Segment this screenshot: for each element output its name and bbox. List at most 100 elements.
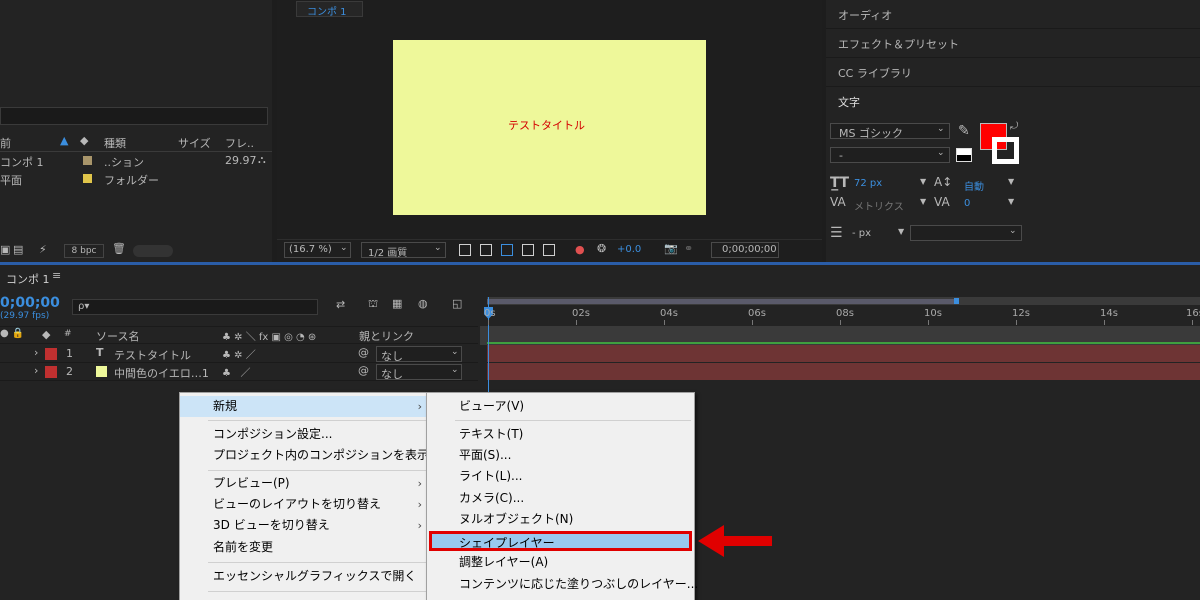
chevron-down-icon[interactable]: ▼ (920, 177, 926, 186)
submenu-item-shape-layer[interactable]: シェイプレイヤー (429, 531, 692, 551)
chevron-down-icon[interactable]: ▼ (898, 227, 904, 236)
show-snapshot-icon[interactable]: ⚭ (684, 242, 693, 255)
viewer-timecode[interactable]: 0;00;00;00 (711, 242, 779, 258)
menu-item-comp-settings[interactable]: コンポジション設定... (180, 424, 430, 445)
parent-dropdown[interactable]: なし ⌄ (376, 364, 462, 381)
layer-switches[interactable]: ♣ ／ (222, 364, 251, 379)
exposure-value[interactable]: +0.0 (617, 244, 641, 255)
label-tag-icon[interactable]: ◆ (80, 134, 88, 147)
timeline-tab-label[interactable]: コンポ 1 (6, 271, 50, 287)
project-row-comp[interactable]: コンポ 1 ..ション 29.97 ⛬ (0, 152, 272, 170)
column-name[interactable]: 前 (0, 135, 11, 151)
parent-dropdown[interactable]: なし ⌄ (376, 346, 462, 363)
leading-value[interactable]: 自動 (964, 178, 984, 193)
submenu-item-text[interactable]: テキスト(T) (427, 424, 694, 445)
region-of-interest-icon[interactable] (522, 244, 534, 256)
snapshot-camera-icon[interactable]: 📷 (664, 242, 678, 255)
tab-menu-icon[interactable]: ≡ (52, 269, 61, 282)
font-style-dropdown[interactable]: - ⌄ (830, 147, 950, 163)
project-row-folder[interactable]: 平面 フォルダー (0, 170, 272, 188)
submenu-item-viewer[interactable]: ビューア(V) (427, 396, 694, 417)
expand-arrow-icon[interactable]: › (34, 346, 38, 359)
swap-colors-icon[interactable]: ⤾ (1010, 121, 1018, 132)
grid-guide-icon[interactable] (543, 244, 555, 256)
column-framerate[interactable]: フレ.. (225, 135, 254, 151)
submenu-item-content-aware-fill[interactable]: コンテンツに応じた塗りつぶしのレイヤー... (427, 574, 698, 595)
submenu-item-adjustment-layer[interactable]: 調整レイヤー(A) (427, 552, 694, 573)
chevron-down-icon: ⌄ (1009, 226, 1017, 236)
submenu-item-solid[interactable]: 平面(S)... (427, 445, 694, 466)
trash-icon[interactable]: 🗑 (112, 242, 126, 255)
pickwhip-icon[interactable]: @ (358, 346, 369, 359)
layer-bar[interactable] (487, 363, 1200, 380)
column-size[interactable]: サイズ (178, 135, 211, 151)
mask-visibility-icon[interactable] (501, 244, 513, 256)
work-area-bar[interactable] (487, 297, 1200, 305)
default-colors-icon[interactable] (956, 148, 972, 162)
chevron-down-icon[interactable]: ▼ (1008, 197, 1014, 206)
menu-item-open-essential-graphics[interactable]: エッセンシャルグラフィックスで開く (180, 566, 430, 587)
source-name-header[interactable]: ソース名 (96, 328, 139, 344)
work-area-end-handle[interactable] (954, 298, 959, 304)
fast-previews-icon[interactable] (459, 244, 471, 256)
submenu-item-light[interactable]: ライト(L)... (427, 466, 694, 487)
chevron-down-icon[interactable]: ▼ (920, 197, 926, 206)
resolution-dropdown[interactable]: 1/2 画質 ⌄ (361, 242, 446, 259)
layer-row[interactable]: › 1 T テストタイトル ♣ ✲ ／ @ なし ⌄ (0, 345, 478, 363)
font-size-value[interactable]: 72 px (854, 178, 882, 189)
project-search-field[interactable] (0, 107, 268, 125)
chevron-down-icon: ⌄ (434, 243, 442, 253)
channel-rgb-icon[interactable]: ● (575, 243, 585, 256)
menu-item-preview[interactable]: プレビュー(P) › (180, 473, 430, 494)
comp-canvas[interactable]: テストタイトル (393, 40, 706, 215)
sort-up-icon[interactable]: ▲ (60, 134, 68, 147)
submenu-item-null-object[interactable]: ヌルオブジェクト(N) (427, 509, 694, 530)
expand-arrow-icon[interactable]: › (34, 364, 38, 377)
interpret-footage-icon[interactable]: ▣ (0, 243, 10, 256)
graph-editor-icon[interactable]: ◱ (452, 297, 462, 310)
timeline-timecode[interactable]: 0;00;00 (0, 295, 60, 311)
new-folder-icon[interactable]: ▤ (13, 243, 23, 256)
menu-item-new[interactable]: 新規 › (180, 396, 430, 417)
menu-item-rename[interactable]: 名前を変更 (180, 537, 430, 558)
layer-name[interactable]: 中間色のイエロ…1 (114, 365, 209, 381)
layer-row[interactable]: › 2 中間色のイエロ…1 ♣ ／ @ なし ⌄ (0, 363, 478, 381)
project-scrollbar[interactable] (133, 245, 173, 257)
layer-switches[interactable]: ♣ ✲ ／ (222, 346, 256, 361)
stroke-style-dropdown[interactable]: ⌄ (910, 225, 1022, 241)
bpc-button[interactable]: 8 bpc (64, 244, 104, 258)
zoom-dropdown[interactable]: (16.7 %) ⌄ (284, 242, 351, 258)
panel-cc-libraries[interactable]: CC ライブラリ (826, 58, 1200, 87)
label-swatch[interactable] (45, 366, 57, 378)
panel-effects-presets[interactable]: エフェクト＆プリセット (826, 29, 1200, 58)
transparency-grid-icon[interactable] (480, 244, 492, 256)
menu-item-switch-3d-view[interactable]: 3D ビューを切り替え › (180, 515, 430, 536)
font-family-dropdown[interactable]: MS ゴシック ⌄ (830, 123, 950, 140)
stroke-color-swatch[interactable] (992, 137, 1019, 164)
pickwhip-icon[interactable]: @ (358, 364, 369, 377)
comp-flowchart-icon[interactable]: ⇄ (336, 298, 345, 311)
menu-item-switch-layout[interactable]: ビューのレイアウトを切り替え › (180, 494, 430, 515)
parent-link-header[interactable]: 親とリンク (359, 328, 414, 344)
frame-blending-icon[interactable]: ▦ (392, 297, 402, 310)
layer-search-input[interactable]: ρ▾ (72, 299, 318, 315)
motion-blur-icon[interactable]: ◍ (418, 297, 428, 310)
eyedropper-icon[interactable]: ✎ (958, 123, 970, 139)
kerning-value[interactable]: メトリクス (854, 198, 904, 213)
chevron-down-icon[interactable]: ▼ (1008, 177, 1014, 186)
tracking-value[interactable]: 0 (964, 198, 970, 209)
menu-item-reveal-comp[interactable]: プロジェクト内のコンポジションを表示 (180, 445, 430, 466)
viewer-tab[interactable]: コンポ 1 (296, 1, 363, 18)
canvas-text[interactable]: テストタイトル (508, 117, 585, 133)
layer-bar[interactable] (487, 345, 1200, 362)
new-comp-icon[interactable]: ⚡ (39, 243, 47, 256)
layer-name[interactable]: テストタイトル (114, 347, 191, 363)
flowchart-icon[interactable]: ⛬ (258, 153, 266, 167)
label-swatch[interactable] (45, 348, 57, 360)
submenu-item-camera[interactable]: カメラ(C)... (427, 488, 694, 509)
stroke-width-value[interactable]: - px (852, 228, 871, 239)
column-type[interactable]: 種類 (104, 135, 126, 151)
panel-audio[interactable]: オーディオ (826, 0, 1200, 29)
reset-exposure-icon[interactable]: ❂ (597, 242, 606, 255)
shy-layers-icon[interactable]: ⛫ (368, 297, 378, 312)
